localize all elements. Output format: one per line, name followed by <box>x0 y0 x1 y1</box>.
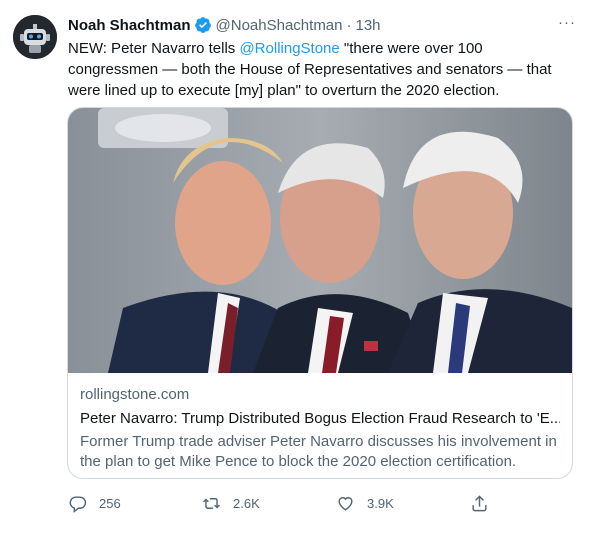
card-image[interactable] <box>68 108 572 373</box>
tweet-text-start: NEW: Peter Navarro tells <box>68 40 240 57</box>
photo-of-three-men <box>68 108 572 373</box>
display-name[interactable]: Noah Shachtman <box>68 17 191 34</box>
retweet-count: 2.6K <box>233 496 260 511</box>
like-button[interactable]: 3.9K <box>336 494 394 513</box>
card-body: rollingstone.com Peter Navarro: Trump Di… <box>80 385 560 472</box>
like-count: 3.9K <box>367 496 394 511</box>
heart-icon <box>338 497 353 511</box>
robot-avatar-icon <box>13 15 57 59</box>
retweet-icon <box>203 498 220 509</box>
card-description: Former Trump trade adviser Peter Navarro… <box>80 433 557 470</box>
tweet-header: Noah Shachtman @NoahShachtman · 13h ··· <box>68 14 576 36</box>
card-domain: rollingstone.com <box>80 386 190 403</box>
reply-button[interactable]: 256 <box>68 494 121 513</box>
card-title: Peter Navarro: Trump Distributed Bogus E… <box>80 410 560 427</box>
link-preview-card[interactable]: rollingstone.com Peter Navarro: Trump Di… <box>67 107 573 479</box>
reply-icon <box>69 496 87 513</box>
more-options-icon[interactable]: ··· <box>558 14 576 31</box>
separator-dot: · <box>346 16 352 34</box>
tweet-actions: 256 2.6K 3.9K <box>68 494 498 518</box>
share-icon <box>472 495 487 512</box>
verified-badge-icon <box>194 17 211 33</box>
reply-count: 256 <box>99 496 121 511</box>
user-handle[interactable]: @NoahShachtman <box>216 17 343 34</box>
share-button[interactable] <box>470 494 489 513</box>
retweet-button[interactable]: 2.6K <box>202 494 260 513</box>
tweet-text: NEW: Peter Navarro tells @RollingStone "… <box>68 38 576 101</box>
avatar[interactable] <box>13 15 57 59</box>
timestamp[interactable]: 13h <box>356 17 381 34</box>
mention-link[interactable]: @RollingStone <box>239 40 339 57</box>
